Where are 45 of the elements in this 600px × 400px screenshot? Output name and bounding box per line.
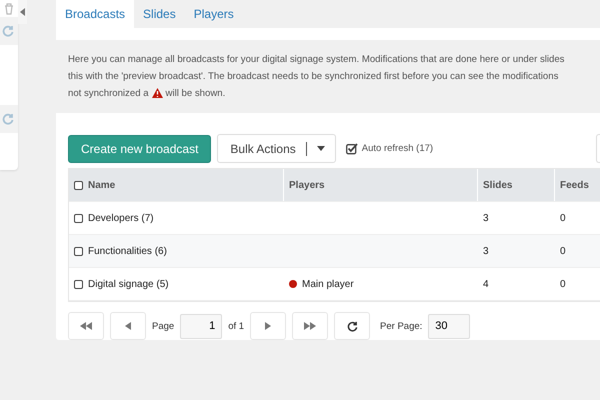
table-cell: 3 [483, 246, 489, 256]
checkbox[interactable] [346, 142, 358, 154]
per-page-label: Per Page: [380, 320, 422, 332]
bulk-actions-dropdown[interactable]: Bulk Actions [217, 134, 336, 163]
previous-page-button[interactable] [110, 312, 146, 340]
left-arrow-icon [125, 322, 131, 330]
table-cell: 0 [560, 246, 566, 256]
table-cell: Main player [302, 278, 354, 290]
column-header: Slides [483, 180, 512, 190]
create-broadcast-button[interactable]: Create new broadcast [68, 134, 212, 162]
table-cell: Developers (7) [88, 212, 154, 224]
table-cell: 3 [483, 212, 489, 224]
checkbox[interactable] [74, 246, 83, 256]
table-cell: 0 [560, 212, 566, 224]
right-arrow-icon [265, 322, 272, 330]
checkbox[interactable] [74, 214, 83, 222]
collapse-button[interactable] [18, 0, 27, 24]
next-page-button[interactable] [250, 312, 286, 340]
table-cell: Digital signage (5) [88, 278, 169, 290]
tab[interactable]: Players [184, 0, 243, 28]
warning-icon [152, 88, 163, 98]
column-header: Name [88, 180, 116, 190]
double-left-arrow-icon [80, 322, 92, 330]
column-header: Feeds [560, 180, 589, 190]
caret-icon [316, 146, 325, 151]
table-cell: Functionalities (6) [88, 246, 167, 256]
per-page-field[interactable]: 30 [428, 314, 470, 338]
refresh-button[interactable] [334, 312, 370, 340]
table-cell: 0 [560, 278, 566, 290]
caret-icon [20, 8, 25, 16]
page-field[interactable]: 1 [180, 314, 222, 338]
page-count: of 1 [228, 320, 244, 332]
column-header: Players [289, 180, 325, 190]
last-page-button[interactable] [292, 312, 328, 340]
tab[interactable]: Broadcasts [56, 0, 134, 28]
checkbox[interactable] [74, 180, 83, 190]
refresh-icon [346, 320, 358, 332]
tab[interactable]: Slides [134, 0, 185, 28]
double-right-arrow-icon [304, 322, 316, 330]
checkbox[interactable] [74, 280, 83, 288]
page-label: Page [152, 320, 174, 332]
info-text: Here you can manage all broadcasts for your digital signage system. Modifications that are done here or under slides this with the 'preview broadcast'. The broadcast needs to be synchronized first before you can see the modifications not synchronized a will be shown. [56, 40, 600, 113]
auto-refresh-label: Auto refresh (17) [362, 143, 434, 154]
first-page-button[interactable] [68, 312, 104, 340]
table-cell: 4 [483, 278, 489, 290]
